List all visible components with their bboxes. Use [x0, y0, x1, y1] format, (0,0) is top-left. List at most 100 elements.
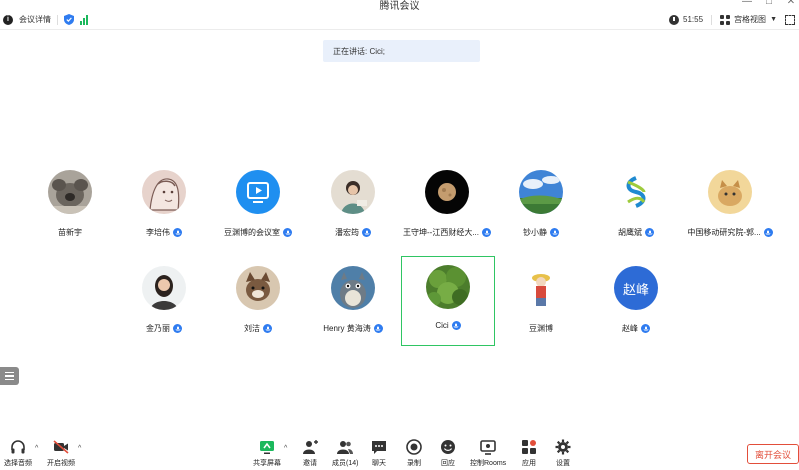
microphone-icon — [173, 324, 182, 333]
reactions-label: 回应 — [441, 460, 455, 467]
divider — [57, 14, 58, 25]
view-mode-label: 宫格视图 — [734, 15, 767, 24]
control-rooms-button[interactable]: 控制Rooms — [470, 439, 506, 468]
participant-tile[interactable]: 中国移动研究院-郭... — [683, 158, 777, 248]
participant-name-line: Cici — [402, 321, 494, 330]
participant-avatar — [331, 266, 375, 310]
emoji-icon — [441, 440, 455, 454]
invite-button[interactable]: 邀请 — [302, 439, 318, 468]
meeting-timer: 51:55 — [669, 14, 703, 25]
speaking-text: 正在讲话: Cici; — [333, 46, 385, 56]
members-label: 成员(14) — [332, 460, 359, 467]
window-controls: — □ ✕ — [741, 0, 797, 7]
video-button[interactable]: 开启视频 — [47, 439, 75, 468]
audio-button[interactable]: 选择音频 — [4, 439, 32, 468]
participant-name-line: 赵峰 — [589, 323, 683, 334]
participant-name: 刘洁 — [244, 324, 260, 333]
participant-name-line: 豆渊博 — [494, 323, 588, 334]
divider — [711, 14, 713, 25]
participant-tile[interactable]: 金乃丽 — [117, 254, 211, 344]
microphone-icon — [550, 228, 559, 237]
record-button[interactable]: 录制 — [406, 439, 422, 468]
microphone-icon — [451, 321, 461, 330]
microphone-icon — [763, 228, 773, 237]
window-title: 腾讯会议 — [379, 1, 420, 12]
video-options-caret-icon[interactable]: ^ — [78, 445, 81, 452]
participant-name: 中国移动研究院-郭... — [687, 228, 761, 237]
settings-label: 设置 — [556, 460, 570, 467]
participant-tile[interactable]: 苗新宇 — [23, 158, 117, 248]
reactions-button[interactable]: 回应 — [440, 439, 456, 468]
microphone-icon — [173, 228, 182, 237]
apps-label: 应用 — [522, 460, 536, 467]
meeting-details-button[interactable]: 会议详情 — [19, 14, 51, 25]
participant-name-line: 胡鹰斌 — [589, 227, 683, 238]
record-label: 录制 — [407, 460, 421, 467]
participant-name-line: 中国移动研究院-郭... — [683, 227, 777, 238]
participant-tile[interactable]: Henry 黄海涛 — [306, 254, 400, 344]
chat-label: 聊天 — [372, 460, 386, 467]
participant-avatar: 赵峰 — [614, 266, 658, 310]
camera-off-icon — [53, 440, 69, 454]
microphone-icon — [263, 324, 272, 333]
participant-avatar — [708, 170, 752, 214]
share-screen-button[interactable]: 共享屏幕 — [253, 439, 281, 468]
active-speaker-tile[interactable]: Cici — [401, 256, 495, 346]
title-bar: 腾讯会议 — □ ✕ — [0, 0, 799, 12]
leave-meeting-button[interactable]: 离开会议 — [747, 444, 799, 464]
close-icon[interactable]: ✕ — [785, 0, 797, 7]
minimize-icon[interactable]: — — [741, 0, 753, 7]
share-screen-label: 共享屏幕 — [253, 460, 281, 467]
maximize-icon[interactable]: □ — [763, 0, 775, 7]
chat-icon — [372, 441, 386, 454]
member-list-toggle-button[interactable] — [0, 367, 19, 385]
participant-tile[interactable]: 豆渊博 — [494, 254, 588, 344]
participant-name-line: Henry 黄海涛 — [306, 323, 400, 334]
audio-label: 选择音频 — [4, 460, 32, 467]
participant-tile[interactable]: 王守坤--江西财经大... — [400, 158, 494, 248]
network-signal-icon[interactable] — [80, 14, 88, 25]
apps-button[interactable]: 应用 — [521, 439, 537, 468]
speaking-indicator: 正在讲话: Cici; — [323, 40, 480, 62]
participant-avatar — [425, 170, 469, 214]
participant-avatar — [519, 266, 563, 310]
participant-avatar — [331, 170, 375, 214]
participant-name: 豆渊博 — [529, 324, 553, 333]
participant-name-line: 金乃丽 — [117, 323, 211, 334]
participant-tile[interactable]: 刘洁 — [211, 254, 305, 344]
participant-avatar — [142, 170, 186, 214]
gear-icon — [555, 439, 571, 455]
participant-avatar — [142, 266, 186, 310]
chevron-down-icon: ▼ — [770, 16, 777, 23]
participant-name-line: 苗新宇 — [23, 227, 117, 238]
settings-button[interactable]: 设置 — [555, 439, 571, 468]
fullscreen-icon[interactable] — [785, 14, 795, 25]
chat-button[interactable]: 聊天 — [371, 439, 387, 468]
participant-tile[interactable]: 潘宏筠 — [306, 158, 400, 248]
top-toolbar: i 会议详情 51:55 宫格视图 ▼ — [0, 12, 799, 30]
participant-name-line: 王守坤--江西财经大... — [400, 227, 494, 238]
audio-options-caret-icon[interactable]: ^ — [35, 445, 38, 452]
participant-avatar — [48, 170, 92, 214]
shield-icon[interactable] — [64, 14, 74, 25]
participant-tile[interactable]: 赵峰 赵峰 — [589, 254, 683, 344]
participant-avatar — [519, 170, 563, 214]
participant-name: 王守坤--江西财经大... — [403, 228, 479, 237]
participant-name-line: 钞小静 — [494, 227, 588, 238]
apps-icon — [522, 440, 536, 454]
participant-tile[interactable]: 李培伟 — [117, 158, 211, 248]
share-options-caret-icon[interactable]: ^ — [284, 445, 287, 452]
participant-avatar — [236, 170, 280, 214]
add-user-icon — [303, 440, 318, 454]
participant-tile[interactable]: 胡鹰斌 — [589, 158, 683, 248]
view-mode-dropdown[interactable]: 宫格视图 ▼ — [720, 14, 777, 25]
info-icon[interactable]: i — [3, 14, 13, 25]
members-button[interactable]: 成员(14) — [332, 439, 358, 468]
participant-tile[interactable]: 豆渊博的会议室 — [211, 158, 305, 248]
microphone-icon — [373, 324, 383, 333]
meeting-window: 腾讯会议 — □ ✕ i 会议详情 51:55 宫格视图 ▼ 正在讲话: Cic… — [0, 0, 799, 470]
participant-tile[interactable]: 钞小静 — [494, 158, 588, 248]
participant-name-line: 豆渊博的会议室 — [211, 227, 305, 238]
video-label: 开启视频 — [47, 460, 75, 467]
participant-name: Cici — [435, 321, 449, 330]
